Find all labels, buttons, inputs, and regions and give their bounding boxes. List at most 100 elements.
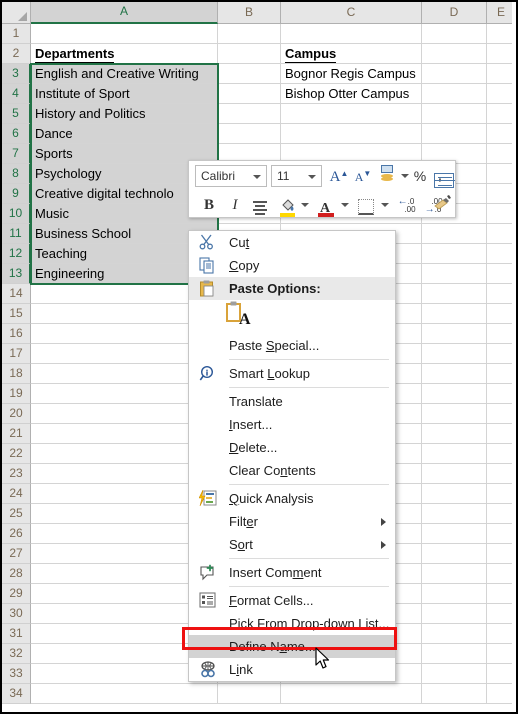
row-header-31[interactable]: 31 bbox=[2, 624, 31, 644]
cell-C2[interactable]: Campus bbox=[281, 44, 422, 64]
menu-item-paste-options[interactable]: Paste Options: bbox=[189, 277, 395, 300]
cell-D33[interactable] bbox=[422, 664, 487, 684]
cell-D30[interactable] bbox=[422, 604, 487, 624]
cell-B4[interactable] bbox=[218, 84, 281, 104]
cell-D11[interactable] bbox=[422, 224, 487, 244]
chevron-down-icon[interactable] bbox=[401, 174, 409, 178]
cell-D3[interactable] bbox=[422, 64, 487, 84]
cell-D6[interactable] bbox=[422, 124, 487, 144]
cell-D4[interactable] bbox=[422, 84, 487, 104]
menu-item-pick-from-dropdown-list[interactable]: Pick From Drop-down List... bbox=[189, 612, 395, 635]
menu-item-define-name[interactable]: Define Name... bbox=[189, 635, 395, 658]
menu-item-smart-lookup[interactable]: Smart Lookup bbox=[189, 362, 395, 385]
cell-C5[interactable] bbox=[281, 104, 422, 124]
chevron-down-icon[interactable] bbox=[381, 203, 389, 207]
cell-C34[interactable] bbox=[281, 684, 422, 704]
menu-item-sort[interactable]: Sort bbox=[189, 533, 395, 556]
cell-D22[interactable] bbox=[422, 444, 487, 464]
column-header-b[interactable]: B bbox=[218, 2, 281, 24]
row-header-26[interactable]: 26 bbox=[2, 524, 31, 544]
cell-D15[interactable] bbox=[422, 304, 487, 324]
menu-item-delete[interactable]: Delete... bbox=[189, 436, 395, 459]
cell-D24[interactable] bbox=[422, 484, 487, 504]
row-header-11[interactable]: 11 bbox=[2, 224, 31, 244]
cell-D21[interactable] bbox=[422, 424, 487, 444]
menu-item-insert-comment[interactable]: Insert Comment bbox=[189, 561, 395, 584]
row-header-22[interactable]: 22 bbox=[2, 444, 31, 464]
cell-D5[interactable] bbox=[422, 104, 487, 124]
menu-item-filter[interactable]: Filter bbox=[189, 510, 395, 533]
merge-and-center-button[interactable] bbox=[433, 167, 455, 189]
menu-item-translate[interactable]: Translate bbox=[189, 390, 395, 413]
cell-D19[interactable] bbox=[422, 384, 487, 404]
cell-D25[interactable] bbox=[422, 504, 487, 524]
font-size-combo[interactable]: 11 bbox=[271, 165, 322, 187]
cell-D1[interactable] bbox=[422, 24, 487, 44]
cell-D23[interactable] bbox=[422, 464, 487, 484]
cell-B2[interactable] bbox=[218, 44, 281, 64]
row-header-18[interactable]: 18 bbox=[2, 364, 31, 384]
cell-D12[interactable] bbox=[422, 244, 487, 264]
row-header-7[interactable]: 7 bbox=[2, 144, 31, 164]
row-header-3[interactable]: 3 bbox=[2, 64, 31, 84]
cell-D18[interactable] bbox=[422, 364, 487, 384]
row-header-32[interactable]: 32 bbox=[2, 644, 31, 664]
row-header-23[interactable]: 23 bbox=[2, 464, 31, 484]
row-header-1[interactable]: 1 bbox=[2, 24, 31, 44]
cell-D34[interactable] bbox=[422, 684, 487, 704]
row-header-16[interactable]: 16 bbox=[2, 324, 31, 344]
cell-D26[interactable] bbox=[422, 524, 487, 544]
decrease-decimal-button[interactable]: ←.0 .00 bbox=[393, 193, 417, 217]
cell-B3[interactable] bbox=[218, 64, 281, 84]
row-header-4[interactable]: 4 bbox=[2, 84, 31, 104]
cell-C1[interactable] bbox=[281, 24, 422, 44]
menu-item-cut[interactable]: Cut bbox=[189, 231, 395, 254]
cell-B5[interactable] bbox=[218, 104, 281, 124]
context-menu[interactable]: Cut Copy Paste Options: A Paste Special... Sm… bbox=[188, 230, 396, 682]
row-header-28[interactable]: 28 bbox=[2, 564, 31, 584]
row-header-15[interactable]: 15 bbox=[2, 304, 31, 324]
borders-button[interactable] bbox=[355, 193, 377, 217]
row-header-33[interactable]: 33 bbox=[2, 664, 31, 684]
cell-D20[interactable] bbox=[422, 404, 487, 424]
cell-A1[interactable] bbox=[31, 24, 218, 44]
cell-C3[interactable]: Bognor Regis Campus bbox=[281, 64, 422, 84]
row-header-14[interactable]: 14 bbox=[2, 284, 31, 304]
menu-item-copy[interactable]: Copy bbox=[189, 254, 395, 277]
row-header-13[interactable]: 13 bbox=[2, 264, 31, 284]
row-header-12[interactable]: 12 bbox=[2, 244, 31, 264]
menu-item-link[interactable]: Link bbox=[189, 658, 395, 681]
cell-C6[interactable] bbox=[281, 124, 422, 144]
menu-item-paste-special[interactable]: Paste Special... bbox=[189, 334, 395, 357]
paste-options-gallery[interactable]: A bbox=[189, 300, 395, 334]
mini-format-toolbar[interactable]: Calibri 11 A▲ A▼ % , B I A ←.0 .00 .00 →… bbox=[188, 160, 456, 218]
row-header-9[interactable]: 9 bbox=[2, 184, 31, 204]
cell-D16[interactable] bbox=[422, 324, 487, 344]
cell-A5[interactable]: History and Politics bbox=[31, 104, 218, 124]
row-header-19[interactable]: 19 bbox=[2, 384, 31, 404]
cell-D31[interactable] bbox=[422, 624, 487, 644]
row-header-2[interactable]: 2 bbox=[2, 44, 31, 64]
select-all-corner[interactable] bbox=[2, 2, 31, 24]
cell-D17[interactable] bbox=[422, 344, 487, 364]
cell-B1[interactable] bbox=[218, 24, 281, 44]
cell-D27[interactable] bbox=[422, 544, 487, 564]
row-header-20[interactable]: 20 bbox=[2, 404, 31, 424]
column-header-a[interactable]: A bbox=[31, 2, 218, 24]
paste-keep-text-only-button[interactable]: A bbox=[225, 301, 255, 333]
cell-A34[interactable] bbox=[31, 684, 218, 704]
chevron-down-icon[interactable] bbox=[301, 203, 309, 207]
row-header-29[interactable]: 29 bbox=[2, 584, 31, 604]
cell-D28[interactable] bbox=[422, 564, 487, 584]
menu-item-clear-contents[interactable]: Clear Contents bbox=[189, 459, 395, 482]
cell-D2[interactable] bbox=[422, 44, 487, 64]
row-header-5[interactable]: 5 bbox=[2, 104, 31, 124]
font-name-combo[interactable]: Calibri bbox=[195, 165, 267, 187]
menu-item-format-cells[interactable]: Format Cells... bbox=[189, 589, 395, 612]
cell-B34[interactable] bbox=[218, 684, 281, 704]
row-header-24[interactable]: 24 bbox=[2, 484, 31, 504]
cell-D29[interactable] bbox=[422, 584, 487, 604]
row-header-8[interactable]: 8 bbox=[2, 164, 31, 184]
cell-A4[interactable]: Institute of Sport bbox=[31, 84, 218, 104]
chevron-down-icon[interactable] bbox=[341, 203, 349, 207]
